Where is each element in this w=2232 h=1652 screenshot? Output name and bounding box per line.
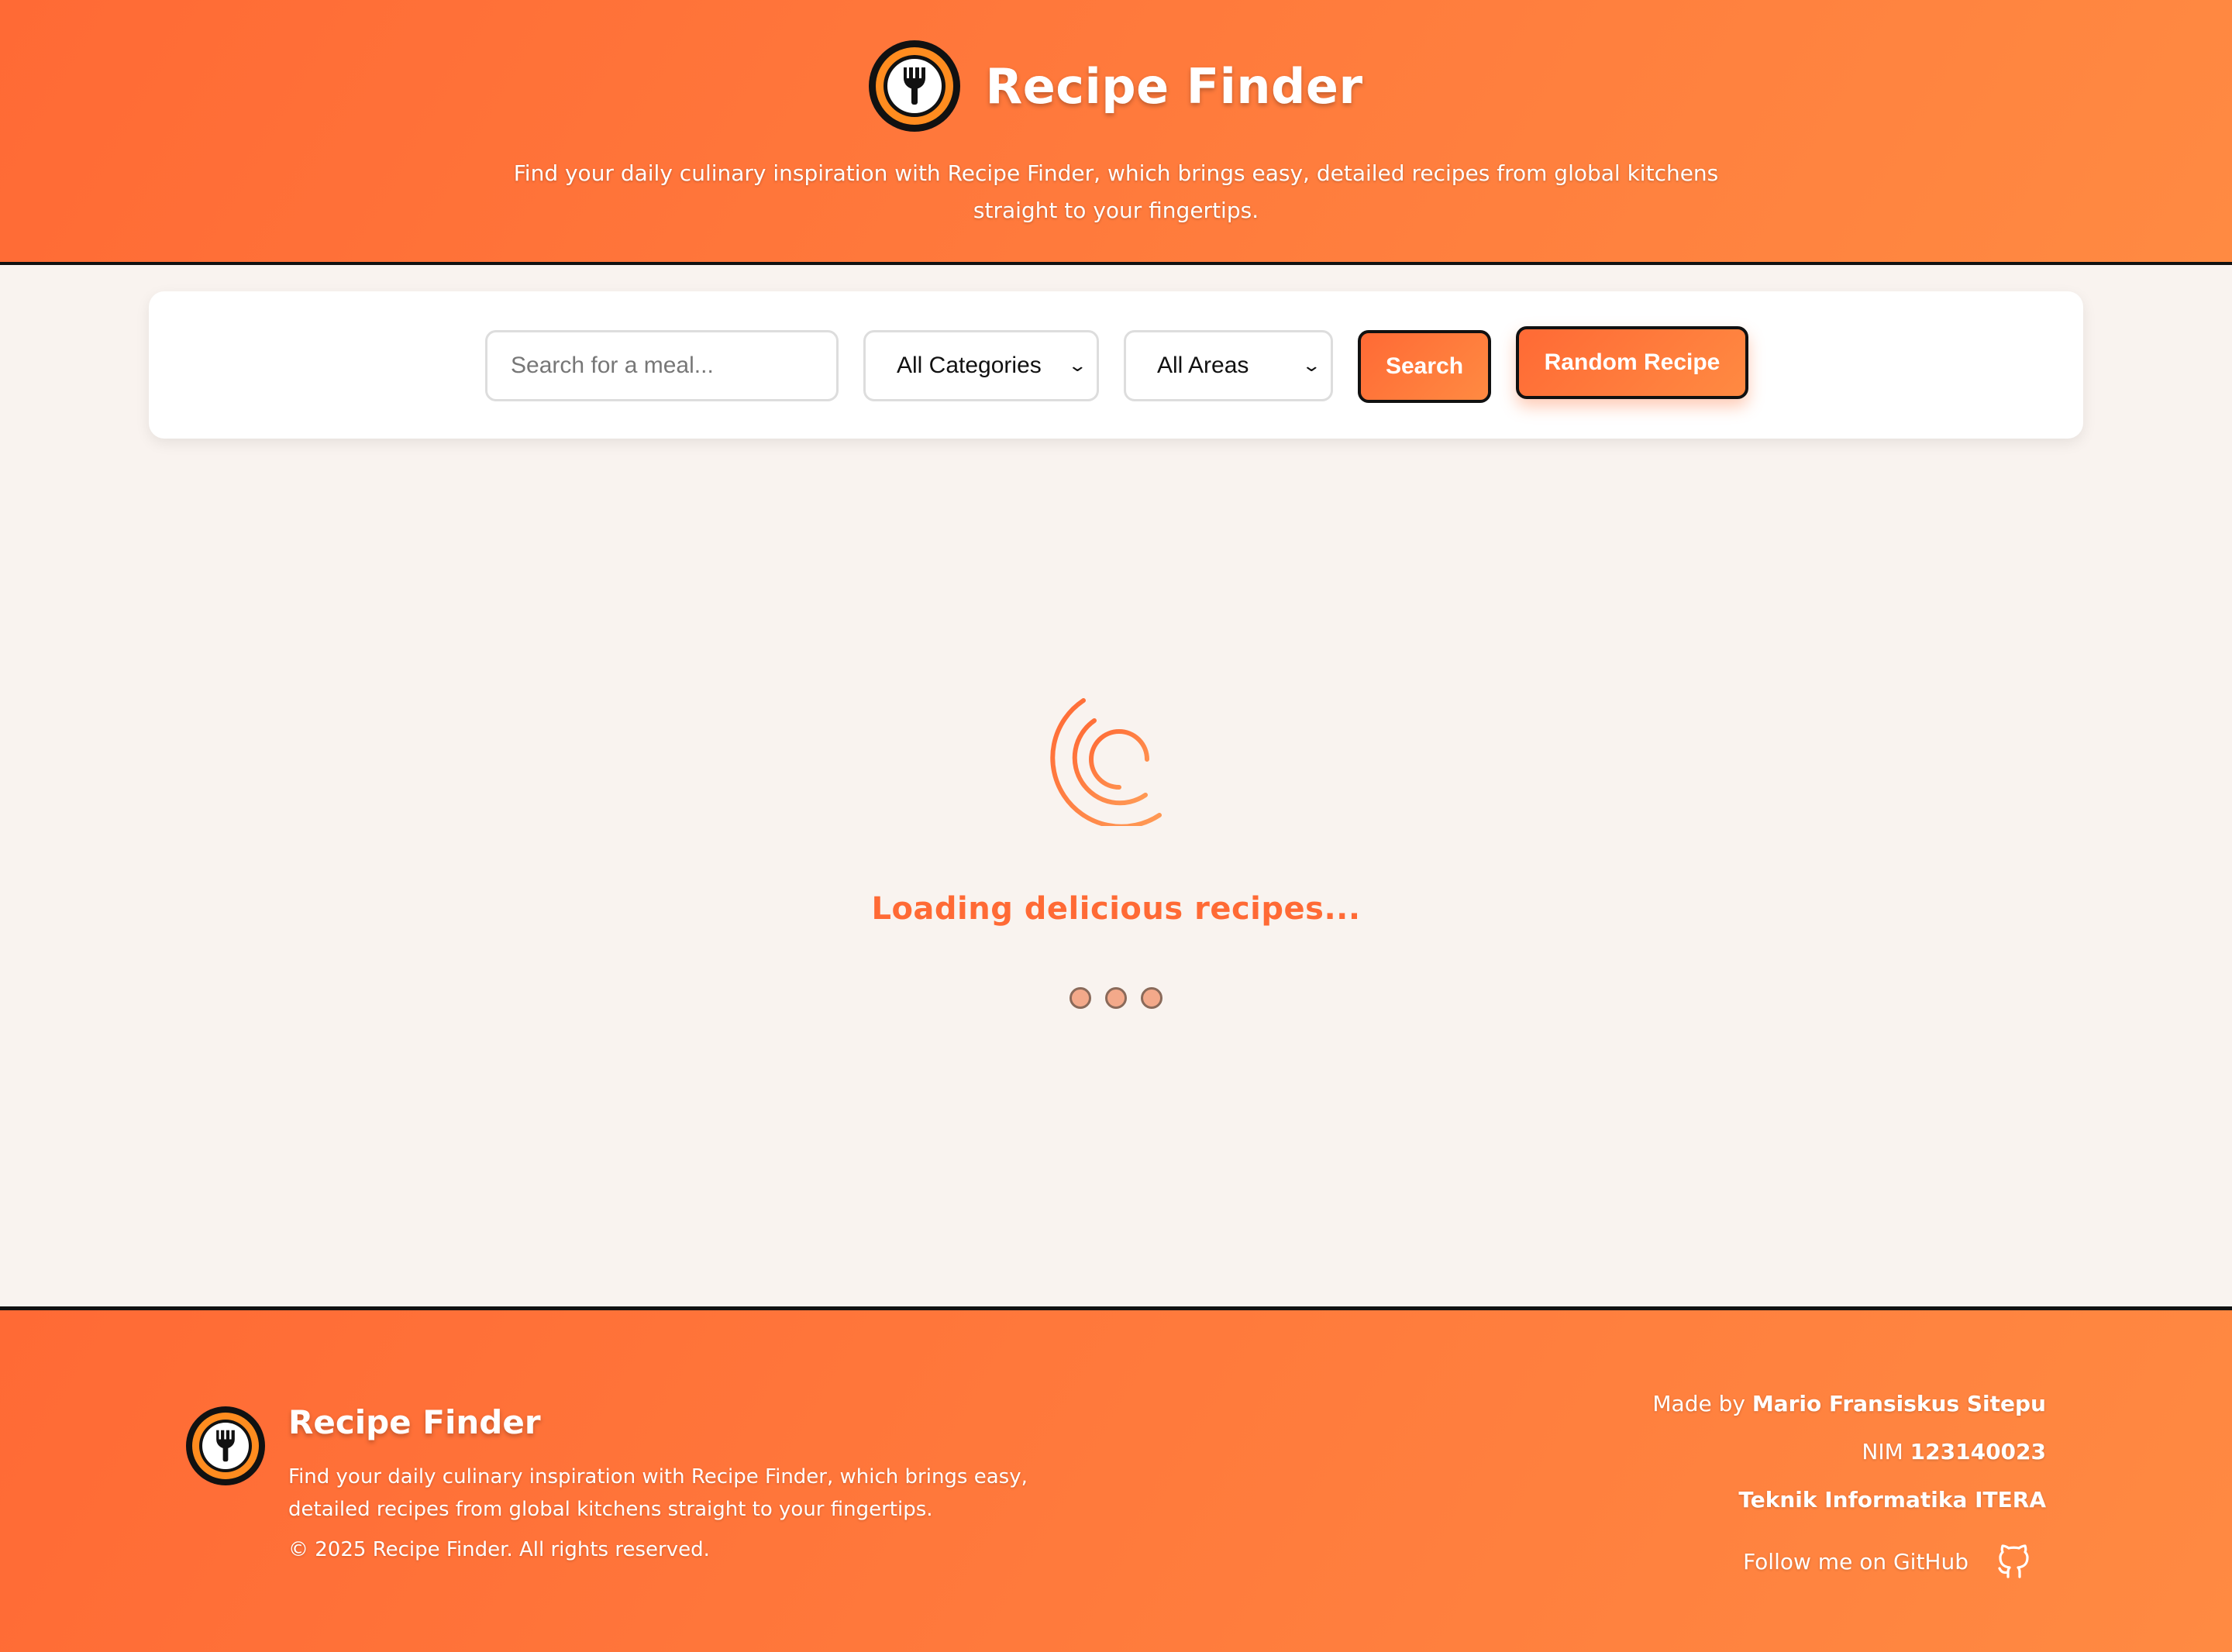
loading-spinner-icon xyxy=(1050,698,1162,826)
random-recipe-button[interactable]: Random Recipe xyxy=(1516,326,1748,399)
nim-value: 123140023 xyxy=(1910,1439,2046,1464)
nim-label: NIM xyxy=(1862,1439,1903,1464)
made-by-label: Made by xyxy=(1652,1391,1745,1416)
footer-logo xyxy=(186,1406,265,1485)
chevron-down-icon: ⌄ xyxy=(1066,356,1087,375)
loading-dot xyxy=(1070,987,1091,1009)
site-header: Recipe Finder Find your daily culinary i… xyxy=(0,0,2232,265)
fork-icon xyxy=(904,67,926,105)
category-select-value: All Categories xyxy=(897,353,1042,378)
search-input[interactable] xyxy=(485,330,839,401)
author-info: Made by Mario Fransiskus Sitepu NIM 1231… xyxy=(1652,1380,2046,1524)
category-select[interactable]: All Categories ⌄ xyxy=(863,330,1099,401)
nim-line: NIM 123140023 xyxy=(1652,1428,2046,1476)
search-panel: All Categories ⌄ All Areas ⌄ Search Rand… xyxy=(149,291,2083,439)
footer-description: Find your daily culinary inspiration wit… xyxy=(288,1465,1028,1521)
loading-dots xyxy=(1070,987,1162,1009)
logo xyxy=(869,40,961,132)
site-footer: Recipe Finder Find your daily culinary i… xyxy=(0,1306,2232,1652)
loading-dot xyxy=(1105,987,1127,1009)
loading-text: Loading delicious recipes... xyxy=(871,891,1361,927)
footer-copyright: © 2025 Recipe Finder. All rights reserve… xyxy=(288,1538,710,1561)
chevron-down-icon: ⌄ xyxy=(1300,356,1321,375)
made-by-line: Made by Mario Fransiskus Sitepu xyxy=(1652,1380,2046,1428)
footer-title: Recipe Finder xyxy=(288,1403,541,1441)
fork-icon xyxy=(216,1430,235,1462)
loading-dot xyxy=(1141,987,1162,1009)
institution-line: Teknik Informatika ITERA xyxy=(1652,1476,2046,1524)
github-icon xyxy=(1998,1544,2029,1578)
area-select-value: All Areas xyxy=(1157,353,1249,378)
author-name: Mario Fransiskus Sitepu xyxy=(1752,1391,2046,1416)
github-link[interactable]: Follow me on GitHub xyxy=(1743,1543,2030,1580)
github-label: Follow me on GitHub xyxy=(1743,1548,1968,1575)
brand: Recipe Finder xyxy=(0,36,2232,136)
institution: Teknik Informatika ITERA xyxy=(1738,1487,2046,1513)
search-button[interactable]: Search xyxy=(1358,330,1491,403)
site-tagline: Find your daily culinary inspiration wit… xyxy=(513,160,1719,223)
area-select[interactable]: All Areas ⌄ xyxy=(1124,330,1333,401)
site-title: Recipe Finder xyxy=(985,57,1363,115)
